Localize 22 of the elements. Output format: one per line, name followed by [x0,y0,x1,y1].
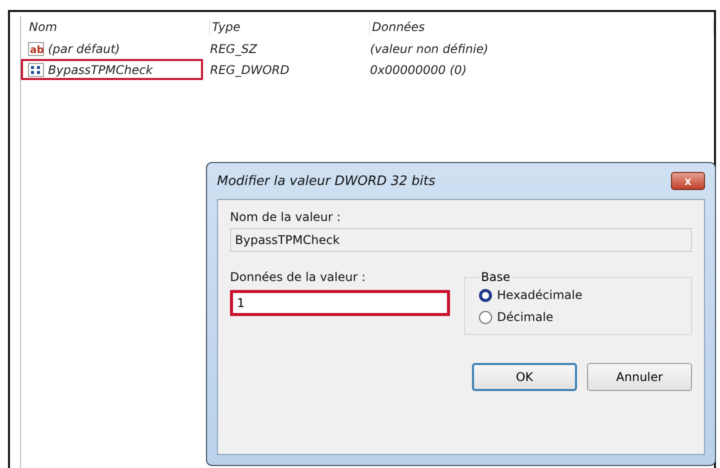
value-type: REG_DWORD [210,62,290,76]
value-name-cell[interactable]: ab (par défaut) [21,38,203,59]
column-header[interactable]: Nom [27,20,210,34]
cancel-button[interactable]: Annuler [587,363,692,391]
base-radio-option[interactable]: Hexadécimale [479,288,677,302]
value-data-label: Données de la valeur : [230,270,367,284]
ok-button[interactable]: OK [472,363,577,391]
base-group-title: Base [480,270,512,284]
binary-value-icon [28,62,44,76]
value-name-label: Nom de la valeur : [230,210,342,224]
dialog-title: Modifier la valeur DWORD 32 bits [217,174,436,188]
string-value-icon: ab [28,42,44,56]
value-type: REG_SZ [210,42,258,56]
column-header[interactable]: Données [370,20,714,34]
value-data-field[interactable]: 1 [230,290,450,316]
base-radio-option[interactable]: Décimale [479,310,677,324]
value-name-field[interactable]: BypassTPMCheck [230,228,692,252]
value-data: 0x00000000 (0) [370,62,468,76]
value-name-cell[interactable]: BypassTPMCheck [21,59,203,80]
column-header[interactable]: Type [210,20,370,34]
close-button[interactable]: x [671,172,705,190]
value-data: (valeur non définie) [370,42,490,56]
